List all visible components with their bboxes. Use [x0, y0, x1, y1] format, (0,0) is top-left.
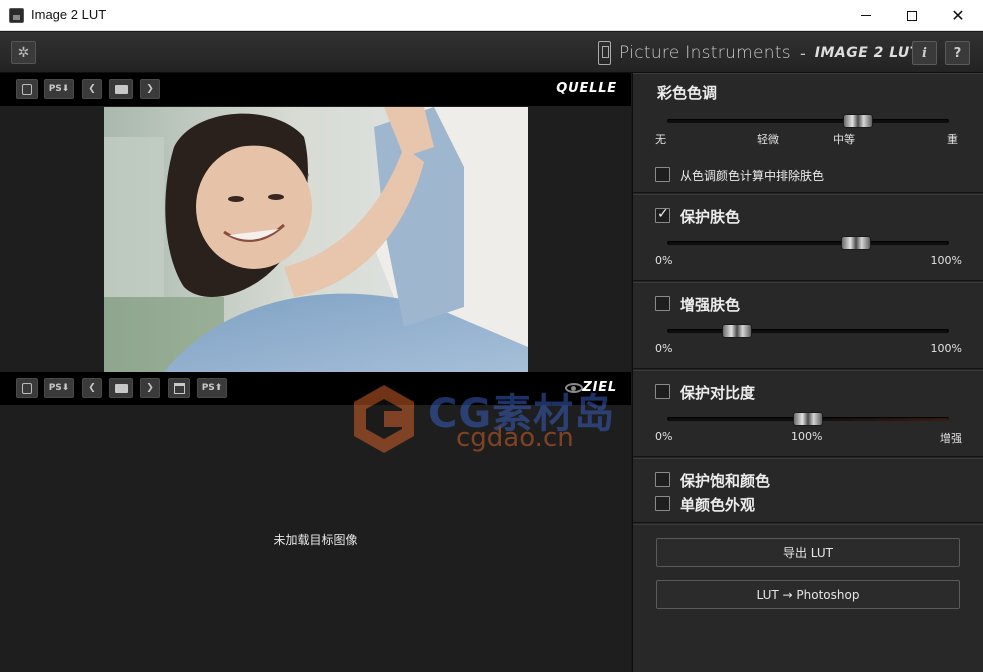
close-icon: ✕ [951, 6, 965, 25]
window-title-bar: Image 2 LUT ✕ [0, 0, 983, 31]
protect-skin-checkbox[interactable] [655, 206, 670, 223]
protect-contrast-max: 增强 [940, 432, 962, 445]
help-button[interactable]: ? [945, 41, 970, 65]
target-open-folder-button[interactable] [109, 378, 133, 398]
control-panel: 彩色色调 无 轻微 中等 重 从色调颜色计算中排除肤色 保护肤色 0% 100%… [632, 73, 983, 672]
target-label: ZIEL [582, 380, 617, 395]
target-empty-message: 未加载目标图像 [273, 533, 358, 547]
protect-skin-max: 100% [930, 254, 962, 267]
enhance-skin-max: 100% [930, 342, 962, 355]
hue-section: 彩色色调 无 轻微 中等 重 从色调颜色计算中排除肤色 [633, 73, 983, 193]
picture-instruments-logo-icon [598, 41, 611, 65]
protect-saturation-label: 保护饱和颜色 [680, 472, 771, 490]
target-save-button[interactable] [168, 378, 190, 398]
hue-slider-thumb[interactable] [843, 114, 873, 128]
export-lut-button[interactable]: 导出 LUT [656, 538, 960, 567]
enhance-skin-label: 增强肤色 [680, 296, 741, 314]
enhance-skin-slider[interactable] [667, 324, 949, 338]
enhance-skin-section: 增强肤色 0% 100% [633, 282, 983, 369]
hue-tick-slight: 轻微 [757, 133, 779, 146]
source-prev-button[interactable]: ❮ [82, 79, 102, 99]
source-photo-graphic [104, 107, 528, 372]
enhance-skin-min: 0% [655, 342, 673, 355]
brand-name: Picture Instruments [619, 43, 791, 63]
hue-tick-medium: 中等 [833, 133, 855, 146]
hue-title: 彩色色调 [657, 84, 718, 102]
folder-icon [114, 84, 128, 94]
monochrome-checkbox[interactable] [655, 496, 670, 511]
monochrome-label: 单颜色外观 [680, 496, 756, 514]
enhance-skin-checkbox[interactable] [655, 296, 670, 311]
protect-contrast-slider-thumb[interactable] [793, 412, 823, 426]
protect-skin-min: 0% [655, 254, 673, 267]
maximize-icon [907, 10, 917, 21]
source-ps-import-button[interactable]: PS⬇ [44, 79, 74, 99]
source-toolbar: PS⬇ ❮ ❯ QUELLE [0, 73, 631, 106]
target-toolbar: PS⬇ ❮ ❯ PS⬆ ZIEL [0, 372, 631, 405]
product-name: IMAGE 2 LUT [814, 45, 920, 61]
maximize-button[interactable] [889, 0, 935, 31]
import-icon [22, 382, 32, 394]
target-next-button[interactable]: ❯ [140, 378, 160, 398]
eye-icon[interactable] [565, 383, 583, 393]
exclude-skin-checkbox[interactable] [655, 167, 670, 182]
protect-skin-slider-thumb[interactable] [841, 236, 871, 250]
protect-saturation-checkbox[interactable] [655, 472, 670, 487]
brand: Picture Instruments - IMAGE 2 LUT [598, 41, 920, 65]
color-options-section: 保护饱和颜色 单颜色外观 [633, 458, 983, 523]
hue-tick-heavy: 重 [947, 133, 958, 146]
app-icon [9, 8, 24, 23]
protect-skin-slider[interactable] [667, 236, 949, 250]
exclude-skin-label: 从色调颜色计算中排除肤色 [680, 169, 825, 183]
window-title: Image 2 LUT [31, 7, 107, 22]
source-image [104, 107, 528, 372]
target-ps-import-button[interactable]: PS⬇ [44, 378, 74, 398]
close-button[interactable]: ✕ [935, 0, 981, 31]
gear-icon: ✲ [17, 44, 30, 61]
hue-tick-none: 无 [655, 133, 666, 146]
minimize-icon [861, 15, 871, 16]
protect-contrast-min: 0% [655, 430, 673, 443]
app-header: ✲ Picture Instruments - IMAGE 2 LUT i ? [0, 32, 983, 73]
source-label: QUELLE [556, 81, 617, 96]
image-pane: PS⬇ ❮ ❯ QUELLE PS⬇ ❮ ❯ PS⬆ ZIEL 未加载目标图像 [0, 73, 631, 672]
minimize-button[interactable] [843, 0, 889, 31]
source-open-folder-button[interactable] [109, 79, 133, 99]
lut-to-photoshop-button[interactable]: LUT → Photoshop [656, 580, 960, 609]
target-load-button[interactable] [16, 378, 38, 398]
protect-contrast-label: 保护对比度 [680, 384, 756, 402]
source-load-button[interactable] [16, 79, 38, 99]
protect-skin-section: 保护肤色 0% 100% [633, 194, 983, 281]
hue-slider[interactable] [667, 114, 949, 128]
import-icon [22, 83, 32, 95]
export-section: 导出 LUT LUT → Photoshop [633, 524, 983, 672]
save-icon [173, 382, 185, 394]
info-button[interactable]: i [912, 41, 937, 65]
protect-contrast-slider[interactable] [667, 412, 949, 426]
enhance-skin-slider-thumb[interactable] [722, 324, 752, 338]
settings-button[interactable]: ✲ [11, 41, 36, 64]
target-ps-export-button[interactable]: PS⬆ [197, 378, 227, 398]
source-next-button[interactable]: ❯ [140, 79, 160, 99]
folder-icon [114, 383, 128, 393]
protect-contrast-section: 保护对比度 0% 100% 增强 [633, 370, 983, 457]
protect-contrast-mid: 100% [791, 430, 823, 443]
protect-skin-label: 保护肤色 [680, 208, 741, 226]
target-prev-button[interactable]: ❮ [82, 378, 102, 398]
brand-separator: - [799, 43, 806, 63]
protect-contrast-checkbox[interactable] [655, 384, 670, 399]
